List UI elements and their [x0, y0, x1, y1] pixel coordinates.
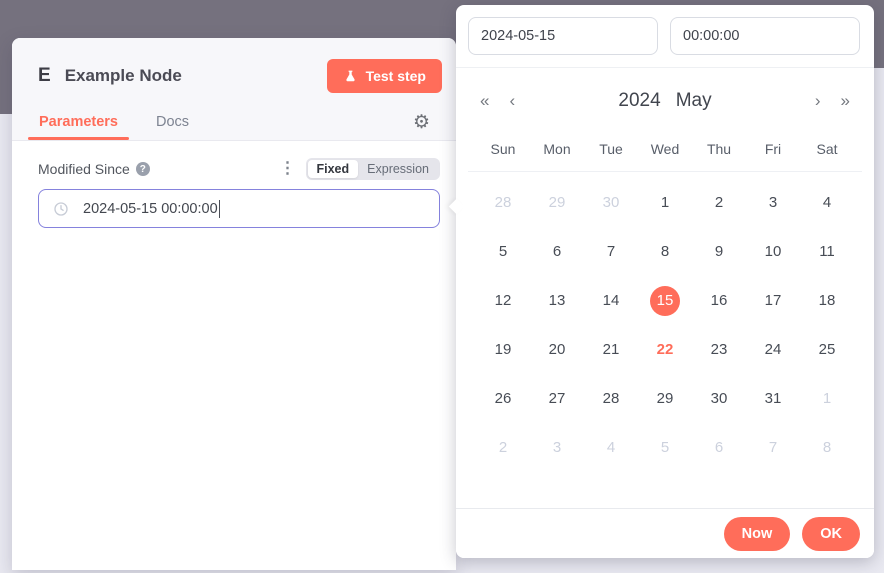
- prev-year-icon[interactable]: «: [480, 92, 489, 109]
- year-select[interactable]: 2024: [618, 90, 660, 112]
- calendar-day-cell[interactable]: 28: [584, 374, 638, 423]
- parameters-body: Modified Since ? ⋮ Fixed Expression 2024…: [12, 141, 456, 228]
- help-icon[interactable]: ?: [136, 162, 150, 176]
- node-icon: E: [38, 65, 51, 87]
- picker-time-input[interactable]: [670, 17, 860, 55]
- calendar-day-cell[interactable]: 12: [476, 276, 530, 325]
- calendar-day-cell[interactable]: 17: [746, 276, 800, 325]
- tab-parameters[interactable]: Parameters: [28, 108, 129, 140]
- calendar-day-cell[interactable]: 2: [692, 178, 746, 227]
- node-panel-header: E Example Node Test step Parameters Docs…: [12, 38, 456, 141]
- month-select[interactable]: May: [676, 90, 712, 112]
- calendar-day-cell[interactable]: 5: [476, 227, 530, 276]
- calendar-day-cell[interactable]: 5: [638, 423, 692, 472]
- clock-icon: [53, 201, 69, 217]
- calendar-day-cell[interactable]: 2: [476, 423, 530, 472]
- modified-since-value: 2024-05-15 00:00:00: [83, 201, 218, 217]
- node-settings-panel: E Example Node Test step Parameters Docs…: [12, 38, 456, 570]
- options-dots-icon[interactable]: ⋮: [280, 161, 296, 177]
- calendar-day-cell[interactable]: 21: [584, 325, 638, 374]
- weekday-label: Mon: [530, 141, 584, 157]
- ok-button[interactable]: OK: [802, 517, 860, 551]
- picker-input-row: [456, 5, 874, 68]
- weekday-label: Fri: [746, 141, 800, 157]
- picker-footer: Now OK: [456, 508, 874, 558]
- calendar-day-cell[interactable]: 6: [530, 227, 584, 276]
- calendar-day-cell[interactable]: 3: [746, 178, 800, 227]
- flask-icon: [343, 69, 358, 84]
- calendar-day-cell[interactable]: 15: [638, 276, 692, 325]
- calendar-day-cell[interactable]: 31: [746, 374, 800, 423]
- calendar-day-cell[interactable]: 7: [746, 423, 800, 472]
- next-year-icon[interactable]: »: [841, 92, 850, 109]
- calendar-day-cell[interactable]: 6: [692, 423, 746, 472]
- weekday-label: Sat: [800, 141, 854, 157]
- calendar-day-cell[interactable]: 24: [746, 325, 800, 374]
- canvas-left-background: [0, 68, 12, 114]
- calendar-day-cell[interactable]: 13: [530, 276, 584, 325]
- now-button[interactable]: Now: [724, 517, 791, 551]
- calendar-day-cell[interactable]: 25: [800, 325, 854, 374]
- modified-since-input[interactable]: 2024-05-15 00:00:00: [38, 189, 440, 228]
- calendar-day-cell[interactable]: 30: [584, 178, 638, 227]
- parameter-label: Modified Since: [38, 161, 130, 177]
- calendar-day-cell[interactable]: 26: [476, 374, 530, 423]
- calendar-day-cell[interactable]: 11: [800, 227, 854, 276]
- calendar-day-cell[interactable]: 7: [584, 227, 638, 276]
- calendar-day-cell[interactable]: 20: [530, 325, 584, 374]
- calendar-day-cell[interactable]: 22: [638, 325, 692, 374]
- calendar-day-cell[interactable]: 16: [692, 276, 746, 325]
- toggle-expression[interactable]: Expression: [358, 160, 438, 178]
- calendar-nav: « ‹ 2024 May › »: [456, 68, 874, 133]
- calendar-day-cell[interactable]: 1: [800, 374, 854, 423]
- calendar-day-cell[interactable]: 10: [746, 227, 800, 276]
- weekday-label: Sun: [476, 141, 530, 157]
- toggle-fixed[interactable]: Fixed: [308, 160, 359, 178]
- tab-docs[interactable]: Docs: [145, 108, 200, 140]
- weekday-label: Wed: [638, 141, 692, 157]
- calendar-day-cell[interactable]: 27: [530, 374, 584, 423]
- calendar-day-cell[interactable]: 30: [692, 374, 746, 423]
- gear-icon[interactable]: ⚙: [413, 113, 438, 140]
- datetime-picker-popover: « ‹ 2024 May › » Sun Mon Tue Wed Thu Fri…: [456, 5, 874, 558]
- calendar-day-cell[interactable]: 19: [476, 325, 530, 374]
- calendar-day-cell[interactable]: 28: [476, 178, 530, 227]
- text-caret: [219, 200, 221, 218]
- weekday-label: Tue: [584, 141, 638, 157]
- calendar-day-cell[interactable]: 9: [692, 227, 746, 276]
- tab-bar: Parameters Docs ⚙: [12, 94, 456, 140]
- weekday-header: Sun Mon Tue Wed Thu Fri Sat: [468, 133, 862, 172]
- calendar-day-cell[interactable]: 18: [800, 276, 854, 325]
- calendar-day-grid: 2829301234567891011121314151617181920212…: [456, 172, 874, 472]
- calendar-day-cell[interactable]: 4: [800, 178, 854, 227]
- test-step-label: Test step: [366, 68, 426, 84]
- calendar-day-cell[interactable]: 4: [584, 423, 638, 472]
- picker-date-input[interactable]: [468, 17, 658, 55]
- calendar-day-cell[interactable]: 3: [530, 423, 584, 472]
- node-title[interactable]: Example Node: [65, 66, 327, 86]
- calendar-day-cell[interactable]: 29: [638, 374, 692, 423]
- test-step-button[interactable]: Test step: [327, 59, 442, 93]
- calendar-day-cell[interactable]: 8: [800, 423, 854, 472]
- next-month-icon[interactable]: ›: [815, 92, 821, 109]
- calendar-day-cell[interactable]: 29: [530, 178, 584, 227]
- fixed-expression-toggle: Fixed Expression: [306, 158, 441, 180]
- calendar-day-cell[interactable]: 23: [692, 325, 746, 374]
- calendar-day-cell[interactable]: 8: [638, 227, 692, 276]
- weekday-label: Thu: [692, 141, 746, 157]
- calendar-day-cell[interactable]: 14: [584, 276, 638, 325]
- calendar-day-cell[interactable]: 1: [638, 178, 692, 227]
